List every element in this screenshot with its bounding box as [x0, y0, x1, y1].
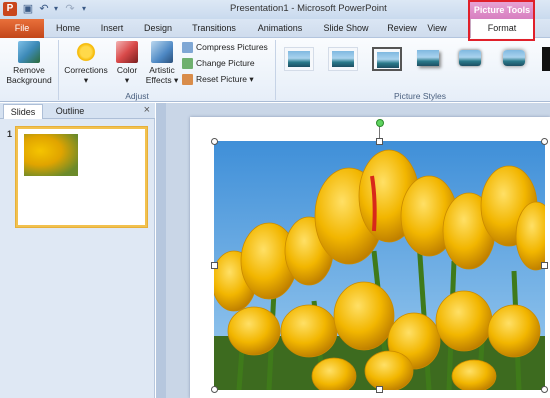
- tab-view[interactable]: View: [423, 19, 451, 38]
- resize-handle-bottom[interactable]: [376, 386, 383, 393]
- picture-style-2[interactable]: [328, 47, 358, 71]
- resize-handle-bottom-right[interactable]: [541, 386, 548, 393]
- resize-handle-right[interactable]: [541, 262, 548, 269]
- resize-handle-top[interactable]: [376, 138, 383, 145]
- picture-style-1[interactable]: [284, 47, 314, 71]
- powerpoint-app-icon[interactable]: P: [3, 2, 17, 16]
- tab-transitions[interactable]: Transitions: [187, 19, 241, 38]
- corrections-label: Corrections: [64, 65, 108, 75]
- picture-styles-group-label: Picture Styles: [394, 91, 446, 101]
- window-title: Presentation1 - Microsoft PowerPoint: [230, 3, 387, 14]
- slide-thumbnail-image: [24, 134, 78, 176]
- artistic-effects-label-2: Effects: [145, 75, 172, 85]
- color-icon: [116, 41, 138, 63]
- tab-review[interactable]: Review: [384, 19, 420, 38]
- style-preview-image: [459, 50, 481, 66]
- tulip-picture[interactable]: [214, 141, 545, 390]
- tab-design[interactable]: Design: [140, 19, 176, 38]
- picture-tools-highlight-box: [468, 0, 535, 41]
- save-icon[interactable]: ▣: [22, 2, 34, 16]
- slide-thumbnail[interactable]: [16, 127, 147, 227]
- tulip-photo-image: [214, 141, 545, 390]
- artistic-effects-label-1: Artistic: [149, 65, 175, 75]
- reset-picture-icon: [182, 74, 193, 86]
- remove-background-icon: [18, 41, 40, 63]
- undo-dropdown-icon[interactable]: ▾: [52, 2, 60, 16]
- group-separator: [275, 40, 276, 100]
- undo-icon[interactable]: ↶: [38, 2, 50, 16]
- reset-picture-button[interactable]: Reset Picture ▾: [182, 72, 254, 87]
- resize-handle-top-right[interactable]: [541, 138, 548, 145]
- picture-style-4[interactable]: [414, 47, 444, 71]
- style-preview-image: [417, 50, 439, 66]
- corrections-button[interactable]: Corrections ▾: [62, 41, 110, 85]
- remove-background-label-2: Background: [6, 75, 52, 85]
- redo-icon[interactable]: ↷: [64, 2, 76, 16]
- picture-style-7[interactable]: [542, 47, 550, 71]
- tab-file[interactable]: File: [0, 19, 44, 38]
- change-picture-icon: [182, 58, 193, 70]
- resize-handle-bottom-left[interactable]: [211, 386, 218, 393]
- tab-outline[interactable]: Outline: [47, 104, 93, 119]
- picture-style-3[interactable]: [372, 47, 402, 71]
- change-picture-label: Change Picture: [196, 58, 255, 68]
- reset-picture-label: Reset Picture: [196, 74, 248, 84]
- chevron-down-icon: ▾: [247, 74, 254, 84]
- color-label: Color: [116, 65, 138, 75]
- artistic-effects-icon: [151, 41, 173, 63]
- tab-home[interactable]: Home: [52, 19, 84, 38]
- color-button[interactable]: Color ▾: [112, 41, 142, 85]
- picture-style-5[interactable]: [456, 47, 486, 71]
- ribbon: Remove Background Corrections ▾ Color ▾ …: [0, 38, 550, 102]
- tab-animations[interactable]: Animations: [253, 19, 307, 38]
- tab-slides[interactable]: Slides: [3, 104, 43, 119]
- group-separator: [58, 40, 59, 100]
- remove-background-button[interactable]: Remove Background: [4, 41, 54, 85]
- style-preview-image: [377, 52, 399, 68]
- adjust-group-label: Adjust: [125, 91, 149, 101]
- customize-qat-icon[interactable]: ▾: [80, 2, 88, 16]
- compress-pictures-label: Compress Pictures: [196, 42, 268, 52]
- picture-style-6[interactable]: [500, 47, 530, 71]
- resize-handle-top-left[interactable]: [211, 138, 218, 145]
- pane-tab-row: Slides Outline ×: [0, 103, 155, 119]
- style-preview-image: [288, 51, 310, 67]
- style-preview-image: [332, 51, 354, 67]
- rotate-handle[interactable]: [376, 119, 384, 127]
- sun-icon: [75, 41, 97, 63]
- chevron-down-icon: ▾: [124, 75, 130, 85]
- change-picture-button[interactable]: Change Picture: [182, 56, 255, 71]
- tab-insert[interactable]: Insert: [95, 19, 129, 38]
- slide-number: 1: [7, 129, 13, 139]
- artistic-effects-button[interactable]: Artistic Effects ▾: [144, 41, 180, 85]
- chevron-down-icon: ▾: [83, 75, 89, 85]
- tab-slide-show[interactable]: Slide Show: [318, 19, 374, 38]
- slides-pane: Slides Outline × 1: [0, 103, 155, 398]
- chevron-down-icon: ▾: [171, 75, 179, 85]
- resize-handle-left[interactable]: [211, 262, 218, 269]
- style-preview-image: [503, 50, 525, 66]
- compress-icon: [182, 42, 193, 54]
- close-icon[interactable]: ×: [144, 104, 150, 116]
- remove-background-label-1: Remove: [13, 65, 45, 75]
- pane-splitter[interactable]: [156, 103, 166, 398]
- compress-pictures-button[interactable]: Compress Pictures: [182, 40, 268, 55]
